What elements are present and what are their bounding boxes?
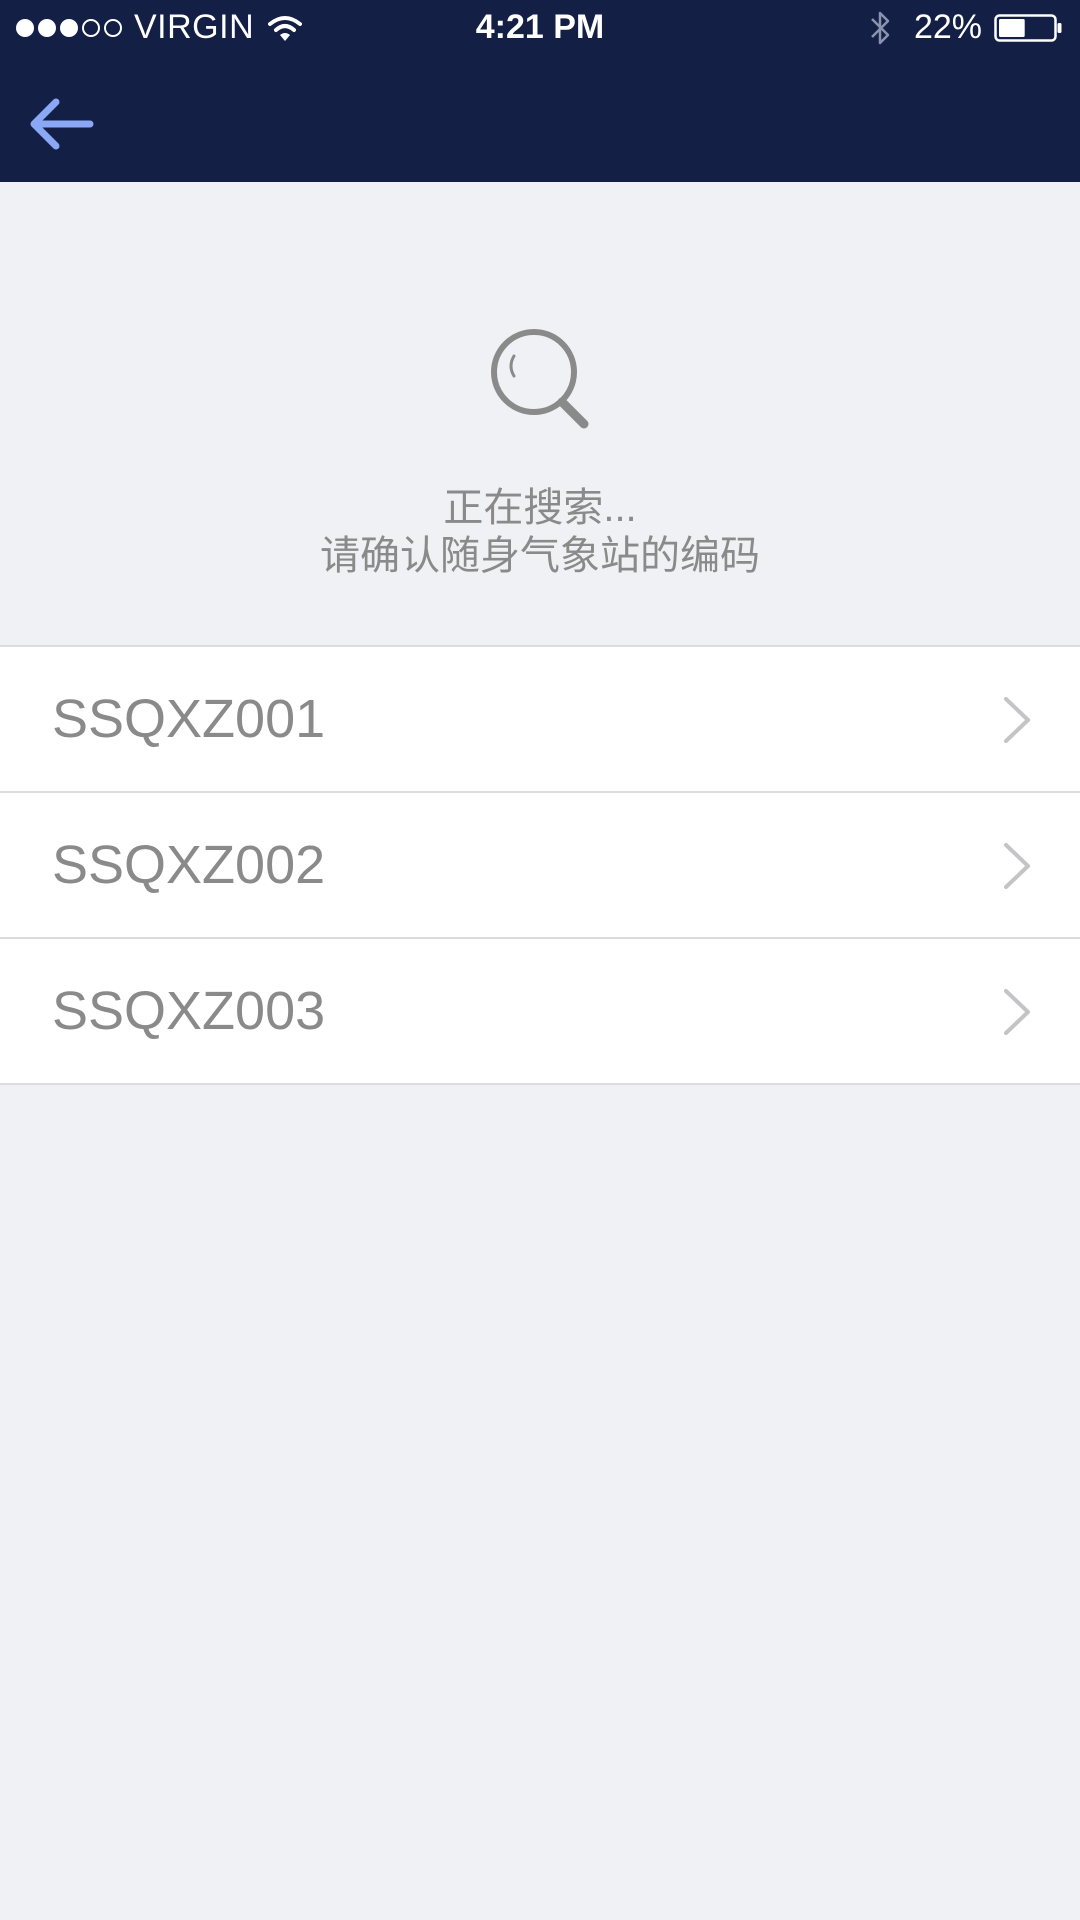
chevron-right-icon xyxy=(1004,989,1030,1035)
list-item[interactable]: SSQXZ002 xyxy=(0,793,1080,939)
device-list: SSQXZ001 SSQXZ002 SSQXZ003 xyxy=(0,645,1080,1085)
battery-percent: 22% xyxy=(913,8,982,46)
list-item[interactable]: SSQXZ001 xyxy=(0,647,1080,793)
back-button[interactable] xyxy=(24,92,100,156)
nav-header: VIRGIN 4:21 PM 22% xyxy=(0,0,1080,182)
search-message: 正在搜索... 请确认随身气象站的编码 xyxy=(0,484,1080,580)
device-name: SSQXZ001 xyxy=(52,689,326,749)
arrow-left-icon xyxy=(30,98,94,150)
status-bar: VIRGIN 4:21 PM 22% xyxy=(0,0,1080,56)
search-status-area: 正在搜索... 请确认随身气象站的编码 xyxy=(0,182,1080,645)
device-name: SSQXZ002 xyxy=(52,835,326,895)
status-right: 22% xyxy=(868,8,1064,47)
chevron-right-icon xyxy=(1004,843,1030,889)
search-icon xyxy=(491,329,589,429)
battery-icon xyxy=(994,13,1062,42)
screen: VIRGIN 4:21 PM 22% 正在搜索... 请确认随身气象站的编码 S… xyxy=(0,0,1080,1920)
bluetooth-icon xyxy=(871,11,890,44)
chevron-right-icon xyxy=(1004,697,1030,743)
list-item[interactable]: SSQXZ003 xyxy=(0,939,1080,1085)
search-status-text: 正在搜索... xyxy=(443,486,637,530)
search-instruction-text: 请确认随身气象站的编码 xyxy=(320,534,760,578)
device-name: SSQXZ003 xyxy=(52,981,326,1041)
